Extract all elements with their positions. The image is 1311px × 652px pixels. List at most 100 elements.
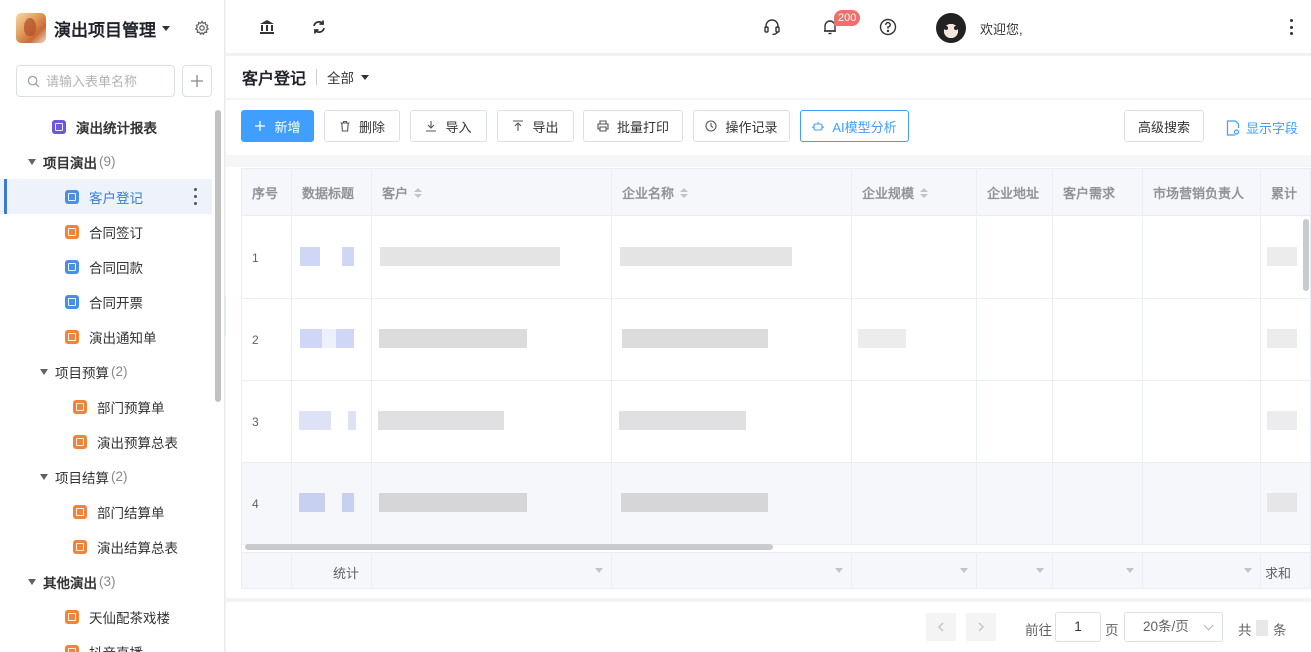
sort-icon[interactable] [680, 187, 689, 198]
topbar: 200 欢迎您, [226, 0, 1311, 54]
table-cell: 3 [242, 381, 292, 463]
sidebar-item-9[interactable]: 演出预算总表 [0, 424, 212, 459]
caret-down-icon[interactable] [40, 473, 48, 480]
column-header-4[interactable]: 企业规模 [852, 169, 977, 216]
sidebar-item-8[interactable]: 部门预算单 [0, 389, 212, 424]
page-number-input[interactable]: 1 [1055, 612, 1101, 642]
sidebar-group-7[interactable]: 项目预算 (2) [0, 354, 212, 389]
batch-print-button[interactable]: 批量打印 [583, 110, 683, 142]
user-avatar[interactable] [936, 13, 966, 43]
sidebar-item-label: 合同开票 [89, 295, 143, 311]
summary-cell: 统计 [292, 553, 372, 588]
caret-down-icon[interactable] [28, 578, 36, 585]
ai-analysis-button-label: AI模型分析 [832, 119, 897, 135]
ai-analysis-button[interactable]: AI模型分析 [800, 110, 909, 142]
pagination: 前往 1 页 20条/页 共 条 [226, 612, 1311, 644]
new-button[interactable]: 新增 [241, 110, 314, 142]
add-form-button[interactable] [182, 65, 212, 97]
export-button[interactable]: 导出 [497, 110, 574, 142]
column-header-2[interactable]: 客户 [372, 169, 612, 216]
page-header: 客户登记 全部 [226, 56, 1311, 98]
summary-dropdown-icon[interactable] [595, 568, 603, 573]
form-search-box[interactable] [16, 65, 175, 97]
redacted-value [320, 247, 340, 266]
sidebar-item-3[interactable]: 合同签订 [0, 214, 212, 249]
view-filter-select[interactable]: 全部 [327, 67, 370, 87]
summary-dropdown-icon[interactable] [1036, 568, 1044, 573]
operation-log-button[interactable]: 操作记录 [693, 110, 790, 142]
show-fields-link[interactable]: 显示字段 [1226, 118, 1298, 137]
sidebar-item-12[interactable]: 演出结算总表 [0, 529, 212, 564]
gear-icon[interactable] [194, 20, 210, 36]
caret-down-icon[interactable] [40, 368, 48, 375]
sidebar-item-4[interactable]: 合同回款 [0, 249, 212, 284]
page-size-select[interactable]: 20条/页 [1124, 612, 1223, 642]
sidebar-item-label: 演出统计报表 [76, 120, 157, 136]
sort-icon[interactable] [414, 187, 423, 198]
summary-cell [242, 553, 292, 588]
notification-badge[interactable]: 200 [834, 10, 861, 26]
table-row[interactable]: 1 [242, 217, 1310, 299]
sidebar-group-1[interactable]: 项目演出 (9) [0, 144, 212, 179]
table-vertical-scrollbar[interactable] [1303, 219, 1309, 291]
column-header-3[interactable]: 企业名称 [612, 169, 852, 216]
table-row[interactable]: 2 [242, 299, 1310, 381]
next-page-button[interactable] [966, 613, 996, 641]
sidebar-item-14[interactable]: 天仙配茶戏楼 [0, 599, 212, 634]
summary-dropdown-icon[interactable] [1244, 568, 1252, 573]
sidebar-group-13[interactable]: 其他演出 (3) [0, 564, 212, 599]
summary-cell[interactable] [852, 553, 977, 588]
plus-icon [191, 75, 203, 87]
group-count: (9) [99, 154, 116, 169]
sidebar-item-15[interactable]: 抖音直播 [0, 634, 212, 652]
summary-cell[interactable] [1143, 553, 1261, 588]
redacted-value [322, 329, 336, 348]
headset-icon[interactable] [763, 18, 781, 36]
summary-cell[interactable]: 求和 [1261, 553, 1310, 588]
summary-cell[interactable] [612, 553, 852, 588]
toolbar: 新增 删除 导入 导出 批量打印 操作记录 AI模型分析 高级搜索 显示字段 [226, 110, 1311, 142]
redacted-value [336, 329, 354, 348]
caret-down-icon[interactable] [28, 158, 36, 165]
table-cell [1053, 217, 1143, 299]
sidebar-item-6[interactable]: 演出通知单 [0, 319, 212, 354]
table-cell [977, 463, 1053, 545]
redacted-value [378, 411, 504, 430]
table-row[interactable]: 3 [242, 381, 1310, 463]
advanced-search-button[interactable]: 高级搜索 [1124, 110, 1204, 142]
app-brand[interactable]: 演出项目管理 [0, 0, 224, 56]
summary-dropdown-icon[interactable] [835, 568, 843, 573]
prev-page-button[interactable] [926, 613, 956, 641]
sidebar-group-10[interactable]: 项目结算 (2) [0, 459, 212, 494]
sidebar-item-0[interactable]: 演出统计报表 [0, 109, 212, 144]
column-header-1: 数据标题 [292, 169, 372, 216]
refresh-icon[interactable] [310, 18, 328, 36]
form-search-input[interactable] [46, 73, 166, 89]
sidebar-item-label: 天仙配茶戏楼 [89, 610, 170, 626]
delete-button[interactable]: 删除 [324, 110, 400, 142]
summary-cell[interactable] [372, 553, 612, 588]
table-row[interactable]: 4 [242, 463, 1310, 545]
bank-icon[interactable] [258, 18, 276, 36]
app-switch-caret-icon[interactable] [162, 25, 170, 31]
item-more-icon[interactable] [194, 188, 198, 205]
sidebar-item-2[interactable]: 客户登记 [0, 179, 212, 214]
import-button-label: 导入 [445, 119, 472, 135]
summary-dropdown-icon[interactable] [1126, 568, 1134, 573]
sidebar-item-11[interactable]: 部门结算单 [0, 494, 212, 529]
sort-icon[interactable] [920, 187, 929, 198]
sidebar-scrollbar[interactable] [215, 110, 221, 402]
table-horizontal-scrollbar[interactable] [245, 544, 773, 550]
summary-cell[interactable] [977, 553, 1053, 588]
table-cell [1143, 217, 1261, 299]
import-button[interactable]: 导入 [410, 110, 487, 142]
sidebar-item-5[interactable]: 合同开票 [0, 284, 212, 319]
more-menu-icon[interactable] [1290, 19, 1294, 35]
sidebar-item-label: 演出预算总表 [97, 435, 178, 451]
summary-dropdown-icon[interactable] [960, 568, 968, 573]
chevron-down-icon [361, 74, 370, 80]
table-top-band [226, 155, 1311, 167]
help-icon[interactable] [879, 18, 897, 36]
new-button-label: 新增 [274, 119, 301, 135]
summary-cell[interactable] [1053, 553, 1143, 588]
